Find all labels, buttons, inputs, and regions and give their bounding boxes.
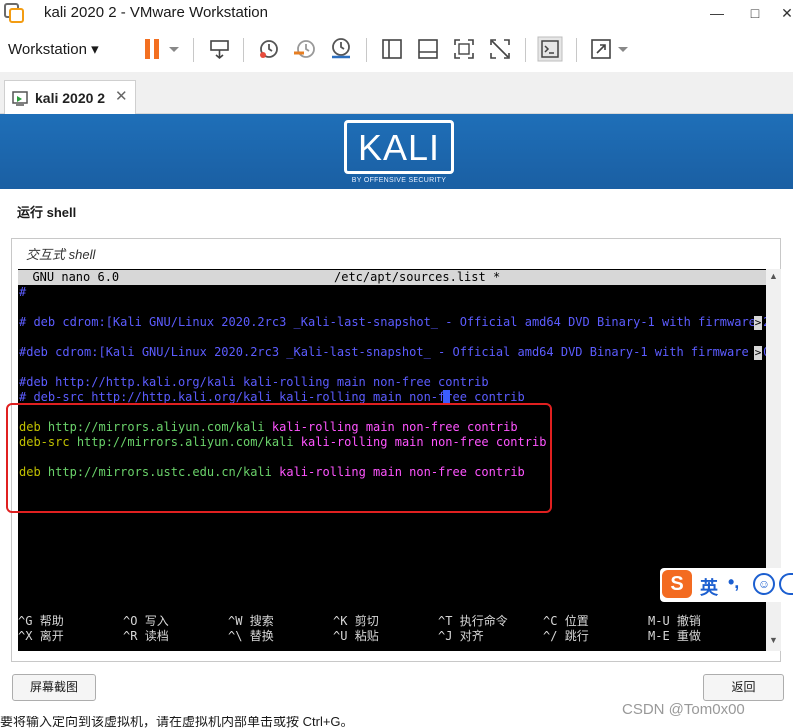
- toolbar-divider: [525, 38, 526, 62]
- workstation-menu[interactable]: Workstation ▾: [8, 40, 99, 58]
- shortcut-goto-line: ^/ 跳行: [543, 629, 589, 643]
- terminal-line: #: [19, 285, 27, 299]
- tab-label: kali 2020 2: [35, 90, 106, 106]
- shortcut-read: ^R 读档: [123, 629, 169, 643]
- kali-banner: KALI BY OFFENSIVE SECURITY: [0, 114, 793, 189]
- terminal-line: #deb http://http.kali.org/kali kali-roll…: [19, 375, 489, 389]
- emoji-icon[interactable]: ☺: [753, 573, 775, 595]
- terminal-line: # deb cdrom:[Kali GNU/Linux 2020.2rc3 _K…: [19, 315, 767, 329]
- back-button[interactable]: 返回: [703, 674, 784, 701]
- thumbnail-view-icon[interactable]: [415, 36, 441, 62]
- shortcut-undo: M-U 撤销: [648, 614, 701, 628]
- toolbar-divider: [576, 38, 577, 62]
- tab-bar: kali 2020 2 ✕: [0, 72, 793, 114]
- ime-toolbar[interactable]: S 英 •, ☺: [660, 568, 793, 602]
- line-overflow-marker: >: [754, 346, 762, 360]
- chevron-down-icon: ▾: [91, 41, 99, 58]
- screenshot-button[interactable]: 屏幕截图: [12, 674, 96, 701]
- shortcut-cut: ^K 剪切: [333, 614, 379, 628]
- shortcut-replace: ^\ 替换: [228, 629, 274, 643]
- shortcut-redo: M-E 重做: [648, 629, 701, 643]
- sogou-logo-icon[interactable]: S: [662, 570, 692, 598]
- revert-snapshot-icon[interactable]: [292, 36, 318, 62]
- ime-punctuation-toggle[interactable]: •,: [728, 572, 739, 593]
- stretch-icon[interactable]: [588, 36, 614, 62]
- vmware-logo-icon: [4, 3, 24, 23]
- send-keys-icon[interactable]: [207, 36, 233, 62]
- ime-more-icon[interactable]: [779, 573, 793, 595]
- shortcut-paste: ^U 粘贴: [333, 629, 379, 643]
- kali-logo: KALI: [344, 120, 454, 174]
- snapshot-icon[interactable]: [256, 36, 282, 62]
- pause-icon[interactable]: [140, 36, 166, 62]
- title-bar: kali 2020 2 - VMware Workstation — □ ✕: [0, 0, 793, 26]
- shortcut-help: ^G 帮助: [18, 614, 64, 628]
- fullscreen-icon[interactable]: [451, 36, 477, 62]
- stretch-dropdown-icon[interactable]: [615, 36, 631, 62]
- window-title: kali 2020 2 - VMware Workstation: [44, 4, 268, 21]
- snapshot-manager-icon[interactable]: [328, 36, 354, 62]
- close-button[interactable]: ✕: [767, 0, 793, 26]
- vm-tab-icon: [12, 91, 28, 106]
- nano-header: GNU nano 6.0/etc/apt/sources.list *: [18, 270, 767, 285]
- workstation-label: Workstation: [8, 41, 87, 58]
- unity-mode-icon[interactable]: [487, 36, 513, 62]
- shortcut-location: ^C 位置: [543, 614, 589, 628]
- nano-filename: /etc/apt/sources.list *: [334, 270, 501, 284]
- power-dropdown-icon[interactable]: [166, 36, 182, 62]
- minimize-button[interactable]: —: [697, 0, 737, 26]
- nano-version: GNU nano 6.0: [18, 270, 120, 284]
- toolbar-divider: [366, 38, 367, 62]
- shortcut-exit: ^X 离开: [18, 629, 64, 643]
- ime-mode-toggle[interactable]: 英: [700, 574, 718, 600]
- shell-group-label: 交互式 shell: [26, 247, 96, 262]
- tab-kali[interactable]: kali 2020 2 ✕: [4, 80, 136, 114]
- scroll-down-icon[interactable]: ▼: [766, 635, 781, 647]
- dialog-heading: 运行 shell: [17, 205, 77, 220]
- annotation-highlight-box: [6, 403, 552, 513]
- tab-close-icon[interactable]: ✕: [115, 87, 128, 105]
- status-bar-text: 要将输入定向到该虚拟机，请在虚拟机内部单击或按 Ctrl+G。: [0, 716, 354, 728]
- toolbar-divider: [243, 38, 244, 62]
- terminal-line: #deb cdrom:[Kali GNU/Linux 2020.2rc3 _Ka…: [19, 345, 767, 359]
- nano-shortcuts: ^G 帮助 ^X 离开 ^O 写入 ^R 读档 ^W 搜索 ^\ 替换 ^K 剪…: [18, 614, 767, 646]
- sidebar-view-icon[interactable]: [379, 36, 405, 62]
- line-overflow-marker: >: [754, 316, 762, 330]
- toolbar-divider: [193, 38, 194, 62]
- shortcut-search: ^W 搜索: [228, 614, 274, 628]
- shortcut-execute: ^T 执行命令: [438, 614, 508, 628]
- console-icon[interactable]: [537, 36, 563, 62]
- kali-tagline: BY OFFENSIVE SECURITY: [351, 177, 447, 184]
- shortcut-justify: ^J 对齐: [438, 629, 484, 643]
- scroll-up-icon[interactable]: ▲: [766, 271, 781, 283]
- shortcut-write: ^O 写入: [123, 614, 169, 628]
- toolbar: Workstation ▾: [0, 28, 793, 70]
